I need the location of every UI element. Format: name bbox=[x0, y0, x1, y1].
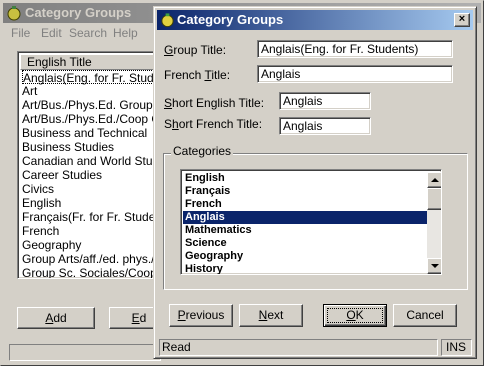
insert-mode-indicator: INS bbox=[441, 339, 472, 356]
status-text: Read bbox=[159, 339, 438, 356]
list-item[interactable]: French bbox=[22, 224, 166, 238]
list-item[interactable]: Français(Fr. for Fr. Students) bbox=[22, 210, 166, 224]
category-item[interactable]: History bbox=[183, 263, 427, 274]
short-english-title-field[interactable]: Anglais bbox=[279, 92, 371, 110]
ok-button[interactable]: OK bbox=[323, 304, 387, 327]
categories-listbox[interactable]: English Français French Anglais Mathemat… bbox=[180, 169, 442, 275]
previous-button[interactable]: Previous bbox=[169, 304, 233, 327]
category-item[interactable]: Mathematics bbox=[183, 224, 427, 237]
category-groups-dialog: Category Groups × Group Title: Anglais(E… bbox=[153, 6, 477, 359]
list-item[interactable]: Civics bbox=[22, 182, 166, 196]
french-title-field[interactable]: Anglais bbox=[257, 65, 453, 83]
categories-label: Categories bbox=[171, 144, 234, 158]
menu-file[interactable]: File bbox=[11, 26, 30, 40]
focus-rect bbox=[327, 308, 383, 323]
edit-accel: E bbox=[131, 311, 140, 325]
list-item[interactable]: Group Sc. Sociales/Coop/E bbox=[22, 266, 166, 278]
short-french-title-label: Short French Title: bbox=[164, 117, 263, 131]
list-header[interactable]: English Title bbox=[20, 54, 166, 70]
category-item-selected[interactable]: Anglais bbox=[183, 211, 427, 224]
cancel-button[interactable]: Cancel bbox=[393, 304, 457, 327]
dialog-title: Category Groups bbox=[177, 12, 284, 27]
list-item[interactable]: Career Studies bbox=[22, 168, 166, 182]
scroll-thumb[interactable] bbox=[427, 188, 441, 210]
french-title-label: French Title: bbox=[164, 68, 231, 82]
group-title-label: Group Title: bbox=[164, 43, 227, 57]
list-item[interactable]: Canadian and World Studies bbox=[22, 154, 166, 168]
short-english-title-label: Short English Title: bbox=[164, 96, 265, 110]
next-button[interactable]: Next bbox=[239, 304, 303, 327]
list-item[interactable]: Group Arts/aff./ed. phys./Ed. bbox=[22, 252, 166, 266]
list-item[interactable]: Anglais(Eng. for Fr. Students) bbox=[22, 70, 166, 85]
background-status-bar bbox=[9, 344, 161, 361]
list-item[interactable]: Art bbox=[22, 84, 166, 98]
scroll-down-button[interactable] bbox=[427, 258, 441, 274]
background-title: Category Groups bbox=[25, 5, 132, 20]
menu-search[interactable]: Search bbox=[69, 26, 107, 40]
category-item[interactable]: Geography bbox=[183, 250, 427, 263]
category-item[interactable]: French bbox=[183, 198, 427, 211]
add-label: dd bbox=[53, 311, 67, 325]
vertical-scrollbar[interactable] bbox=[427, 172, 441, 274]
edit-label: d bbox=[139, 311, 147, 325]
list-item[interactable]: Business Studies bbox=[22, 140, 166, 154]
app-icon bbox=[160, 12, 175, 34]
menu-edit[interactable]: Edit bbox=[41, 26, 62, 40]
category-item[interactable]: English bbox=[183, 172, 427, 185]
add-button[interactable]: Add bbox=[17, 307, 95, 329]
group-title-field[interactable]: Anglais(Eng. for Fr. Students) bbox=[257, 40, 453, 58]
app-icon bbox=[6, 5, 22, 27]
list-item[interactable]: Business and Technical bbox=[22, 126, 166, 140]
scroll-up-button[interactable] bbox=[427, 172, 441, 188]
close-button[interactable]: × bbox=[454, 13, 470, 27]
list-item[interactable]: Art/Bus./Phys.Ed./Coop Group bbox=[22, 112, 166, 126]
list-item[interactable]: Geography bbox=[22, 238, 166, 252]
list-item[interactable]: English bbox=[22, 196, 166, 210]
arrow-down-icon bbox=[431, 264, 439, 268]
menu-help[interactable]: Help bbox=[113, 26, 138, 40]
dialog-titlebar: Category Groups × bbox=[157, 10, 473, 30]
close-icon: × bbox=[458, 13, 466, 25]
short-french-title-field[interactable]: Anglais bbox=[279, 117, 371, 135]
category-list[interactable]: English Title Anglais(Eng. for Fr. Stude… bbox=[17, 51, 167, 279]
category-item[interactable]: Science bbox=[183, 237, 427, 250]
list-item[interactable]: Art/Bus./Phys.Ed. Group bbox=[22, 98, 166, 112]
arrow-up-icon bbox=[431, 178, 439, 182]
category-item[interactable]: Français bbox=[183, 185, 427, 198]
